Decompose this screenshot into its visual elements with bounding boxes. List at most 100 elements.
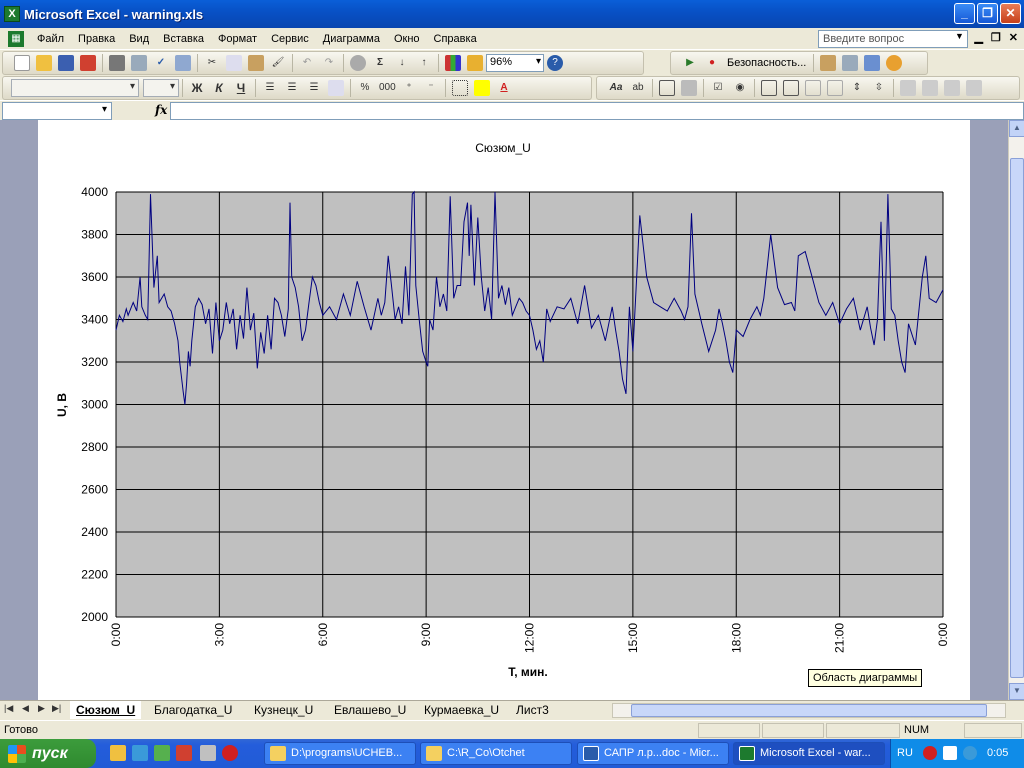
restore-button[interactable]: ❐: [977, 3, 998, 24]
menu-help[interactable]: Справка: [427, 31, 484, 47]
control-toolbox-icon[interactable]: [842, 55, 859, 71]
chart-title[interactable]: Сюзюм_U: [475, 141, 531, 155]
new-icon[interactable]: [14, 55, 30, 71]
horizontal-scroll-thumb[interactable]: [631, 704, 987, 717]
edit-box-icon[interactable]: ab: [630, 80, 646, 96]
zoom-select[interactable]: 96%: [486, 54, 544, 72]
drawing-icon[interactable]: [467, 55, 483, 71]
tray-volume-icon[interactable]: [963, 746, 977, 760]
scroll-bar-icon[interactable]: ⇕: [849, 80, 865, 96]
control-properties-icon[interactable]: [900, 80, 916, 96]
open-icon[interactable]: [36, 55, 52, 71]
align-center-icon[interactable]: ☰: [284, 80, 300, 96]
x-axis-label[interactable]: T, мин.: [508, 665, 548, 679]
align-right-icon[interactable]: ☰: [306, 80, 322, 96]
taskbar-button-explorer-ucheb[interactable]: D:\programs\UCHEB...: [264, 742, 416, 765]
toggle-grid-icon[interactable]: [944, 80, 960, 96]
ask-question-input[interactable]: Введите вопрос: [818, 30, 968, 48]
checkbox-icon[interactable]: ☑: [710, 80, 726, 96]
underline-button[interactable]: Ч: [233, 80, 249, 96]
save-icon[interactable]: [58, 55, 74, 71]
fill-color-icon[interactable]: [474, 80, 490, 96]
autosum-icon[interactable]: Σ: [372, 55, 388, 71]
quicklaunch-ie-icon[interactable]: [132, 745, 148, 761]
quicklaunch-acrobat-icon[interactable]: [176, 745, 192, 761]
security-button[interactable]: Безопасность...: [727, 57, 806, 69]
vertical-scroll-thumb[interactable]: [1010, 158, 1024, 678]
ask-dropdown-icon[interactable]: ▼: [955, 31, 964, 41]
font-color-icon[interactable]: A: [496, 80, 512, 96]
quicklaunch-media-icon[interactable]: [154, 745, 170, 761]
doc-restore-button[interactable]: ❐: [991, 31, 1001, 44]
quicklaunch-opera-icon[interactable]: [222, 745, 238, 761]
chart-wizard-icon[interactable]: [445, 55, 461, 71]
tray-kaspersky-icon[interactable]: [943, 746, 957, 760]
spelling-icon[interactable]: ✓: [153, 55, 169, 71]
document-icon[interactable]: ▦: [8, 30, 24, 47]
first-sheet-icon[interactable]: |◀: [4, 703, 13, 714]
vb-editor-icon[interactable]: [820, 55, 837, 71]
taskbar-button-word[interactable]: САПР л.р...doc - Micr...: [577, 742, 729, 765]
merge-center-icon[interactable]: [328, 80, 344, 96]
paste-icon[interactable]: [248, 55, 264, 71]
menu-chart[interactable]: Диаграмма: [316, 31, 387, 47]
undo-icon[interactable]: ↶: [299, 55, 315, 71]
print-icon[interactable]: [109, 55, 125, 71]
redo-icon[interactable]: ↷: [321, 55, 337, 71]
sort-ascending-icon[interactable]: ↓: [394, 55, 410, 71]
quicklaunch-network-icon[interactable]: [200, 745, 216, 761]
combo-dropdown-icon[interactable]: [827, 80, 843, 96]
sheet-tab-kurmaevka[interactable]: Курмаевка_U: [418, 701, 505, 719]
combo-box-icon[interactable]: [783, 80, 799, 96]
edit-code-icon[interactable]: [922, 80, 938, 96]
quicklaunch-desktop-icon[interactable]: [110, 745, 126, 761]
script-editor-icon[interactable]: [886, 55, 903, 71]
research-icon[interactable]: [175, 55, 191, 71]
doc-close-button[interactable]: ✕: [1009, 31, 1018, 44]
combo-list-icon[interactable]: [805, 80, 821, 96]
prev-sheet-icon[interactable]: ◀: [22, 703, 29, 714]
borders-icon[interactable]: [452, 80, 468, 96]
doc-minimize-button[interactable]: ▁: [974, 31, 982, 44]
y-axis-label[interactable]: U, В: [55, 393, 69, 417]
minimize-button[interactable]: _: [954, 3, 975, 24]
language-indicator[interactable]: RU: [897, 747, 913, 759]
scroll-down-arrow-icon[interactable]: ▼: [1009, 683, 1024, 700]
tray-opera-icon[interactable]: [923, 746, 937, 760]
sheet-tab-list3[interactable]: Лист3: [510, 701, 555, 719]
menu-format[interactable]: Формат: [211, 31, 264, 47]
next-sheet-icon[interactable]: ▶: [38, 703, 45, 714]
font-select[interactable]: [11, 79, 139, 97]
menu-file[interactable]: Файл: [30, 31, 71, 47]
horizontal-scrollbar[interactable]: [612, 703, 1006, 718]
sheet-tab-blagodatka[interactable]: Благодатка_U: [148, 701, 238, 719]
sheet-tab-kuznetsk[interactable]: Кузнецк_U: [248, 701, 319, 719]
run-macro-icon[interactable]: ▶: [682, 55, 698, 71]
menu-edit[interactable]: Правка: [71, 31, 122, 47]
help-icon[interactable]: ?: [547, 55, 563, 71]
scroll-up-arrow-icon[interactable]: ▲: [1009, 120, 1024, 137]
button-icon[interactable]: [681, 80, 697, 96]
taskbar-button-explorer-otchet[interactable]: C:\R_Co\Otchet: [420, 742, 572, 765]
sheet-tab-syuzyum[interactable]: Сюзюм_U: [70, 701, 142, 719]
menu-tools[interactable]: Сервис: [264, 31, 316, 47]
formula-input[interactable]: [170, 102, 1024, 120]
copy-icon[interactable]: [226, 55, 242, 71]
increase-decimal-icon[interactable]: ⁺: [401, 80, 417, 96]
option-button-icon[interactable]: ◉: [732, 80, 748, 96]
menu-insert[interactable]: Вставка: [156, 31, 211, 47]
bold-button[interactable]: Ж: [189, 80, 205, 96]
name-box[interactable]: [2, 102, 112, 120]
print-preview-icon[interactable]: [131, 55, 147, 71]
hyperlink-icon[interactable]: [350, 55, 366, 71]
start-button[interactable]: пуск: [0, 739, 96, 768]
spinner-icon[interactable]: ⇳: [871, 80, 887, 96]
chart-sheet[interactable]: Сюзюм_U 2000 2200 2400 2600 2800 3000 3200 3400…: [38, 120, 970, 700]
font-size-select[interactable]: [143, 79, 179, 97]
italic-button[interactable]: К: [211, 80, 227, 96]
cut-icon[interactable]: ✂: [204, 55, 220, 71]
close-button[interactable]: ✕: [1000, 3, 1021, 24]
format-painter-icon[interactable]: 🖌: [270, 55, 286, 71]
vertical-scrollbar[interactable]: ▲ ▼: [1008, 120, 1024, 700]
fx-label[interactable]: fx: [155, 103, 167, 117]
